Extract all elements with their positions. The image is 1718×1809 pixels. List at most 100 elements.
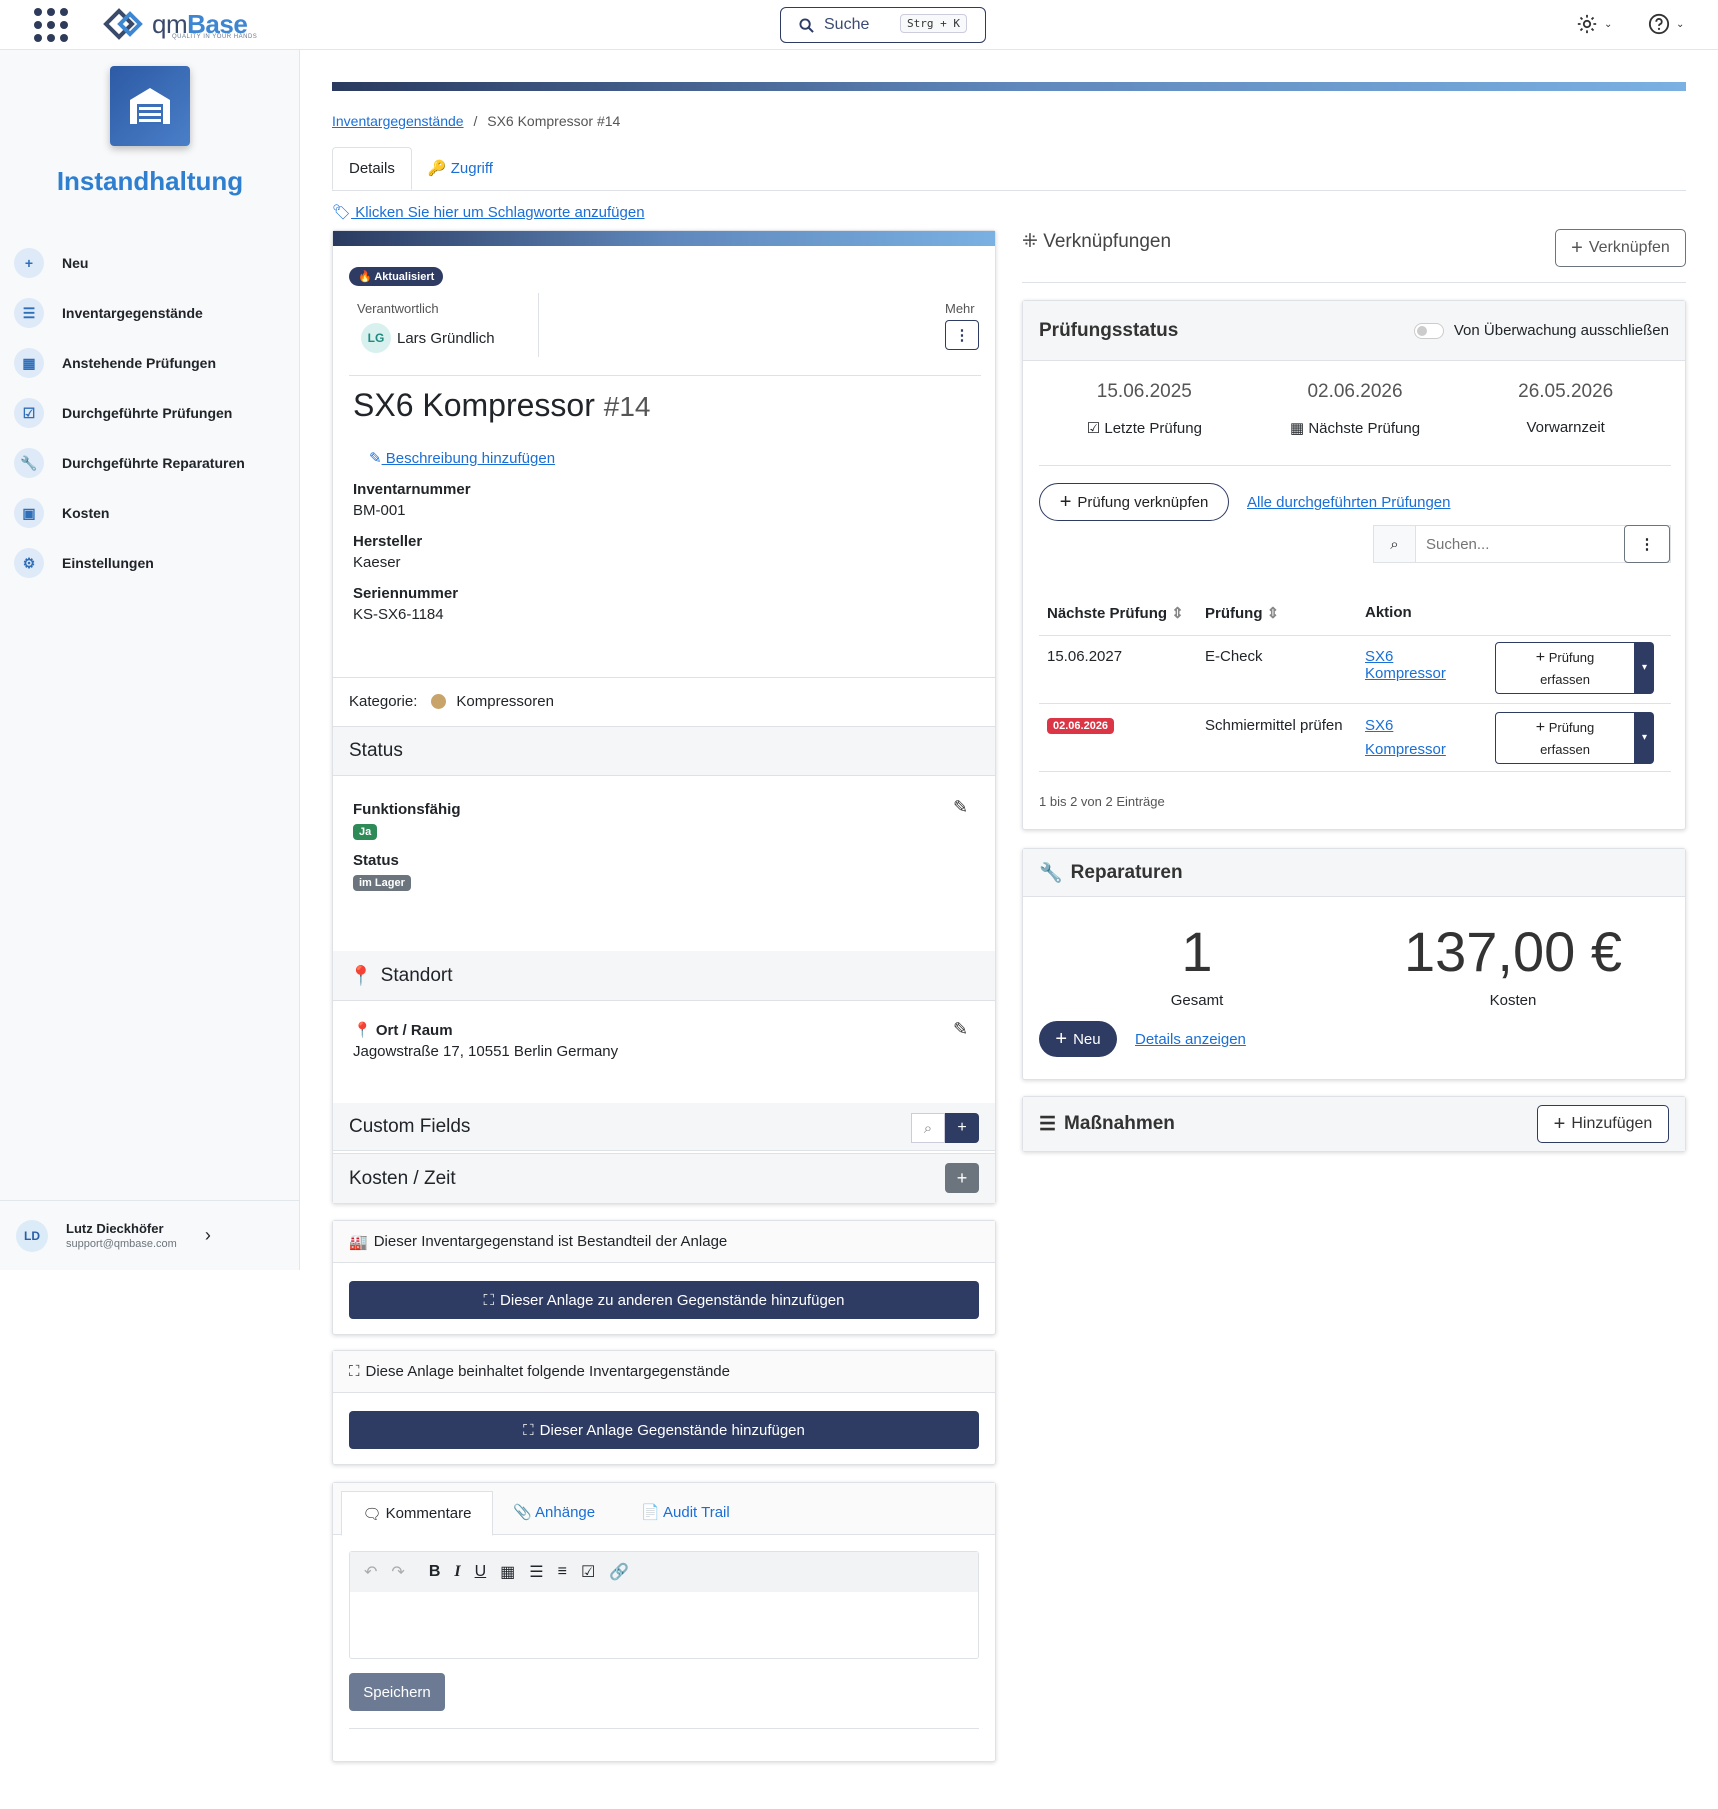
check-square-icon: ☑	[14, 398, 44, 428]
avatar: LD	[16, 1219, 48, 1252]
inspection-search-input[interactable]	[1416, 535, 1616, 553]
category-color-dot	[431, 694, 447, 709]
part-of-header-label: Dieser Inventargegenstand ist Bestandtei…	[373, 1233, 728, 1250]
tab-comments[interactable]: 🗨 Kommentare	[341, 1491, 493, 1536]
field-inventory-number: Inventarnummer BM-001	[353, 481, 471, 519]
sidebar-item-completed-inspections[interactable]: ☑ Durchgeführte Prüfungen	[14, 388, 294, 438]
breadcrumb-link-inventory[interactable]: Inventargegenstände	[332, 113, 464, 129]
custom-fields-search-button[interactable]: ⌕	[911, 1113, 945, 1143]
sidebar-item-settings[interactable]: ⚙ Einstellungen	[14, 538, 294, 588]
add-tags-label[interactable]: Klicken Sie hier um Schlagworte anzufüge…	[351, 204, 644, 221]
sidebar-item-label: Durchgeführte Prüfungen	[62, 405, 233, 421]
breadcrumb-separator: /	[473, 113, 478, 129]
item-link[interactable]: SX6 Kompressor	[1365, 717, 1446, 758]
underline-icon[interactable]: U	[475, 1563, 487, 1581]
save-comment-button[interactable]: Speichern	[349, 1673, 445, 1711]
global-search-button[interactable]: Suche Strg + K	[780, 7, 986, 43]
repairs-details-link[interactable]: Details anzeigen	[1135, 1031, 1246, 1048]
add-description-label[interactable]: Beschreibung hinzufügen	[382, 450, 555, 467]
key-icon: 🔑	[427, 160, 447, 177]
italic-icon[interactable]: I	[454, 1563, 460, 1581]
check-square-icon: ☑	[1086, 420, 1101, 437]
link-inspection-button[interactable]: + Prüfung verknüpfen	[1039, 483, 1229, 521]
app-title: Instandhaltung	[56, 166, 244, 196]
breadcrumb-current: SX6 Kompressor #14	[487, 113, 621, 129]
add-tags-link[interactable]: 🏷 Klicken Sie hier um Schlagworte anzufü…	[332, 203, 1686, 221]
divider	[1022, 282, 1686, 283]
add-to-other-items-button[interactable]: ⛶ Dieser Anlage zu anderen Gegenstände hi…	[349, 1281, 979, 1319]
help-menu[interactable]: ⌄	[1648, 13, 1684, 35]
record-inspection-dropdown[interactable]: ▾	[1635, 711, 1654, 764]
tab-access-label: Zugriff	[450, 160, 493, 177]
record-inspection-button[interactable]: + Prüfung erfassen	[1495, 641, 1635, 694]
part-of-header: 🏭 Dieser Inventargegenstand ist Bestandte…	[333, 1221, 995, 1263]
more-button[interactable]: ⋮	[945, 320, 979, 350]
warning-time: 26.05.2026 Vorwarnzeit	[1460, 381, 1671, 437]
bullet-list-icon[interactable]: ☰	[529, 1562, 543, 1582]
sitemap-icon: ⛶	[523, 1421, 534, 1439]
item-number: #14	[603, 391, 651, 422]
add-items-to-asset-button[interactable]: ⛶ Dieser Anlage Gegenstände hinzufügen	[349, 1411, 979, 1449]
column-next-inspection[interactable]: Nächste Prüfung ⇕	[1039, 591, 1205, 635]
exclude-monitoring-toggle[interactable]	[1413, 322, 1444, 339]
last-inspection-date: 15.06.2025	[1096, 381, 1192, 402]
checklist-icon[interactable]: ☑	[581, 1562, 595, 1582]
section-title: Status	[349, 740, 403, 761]
user-menu[interactable]: LD Lutz Dieckhöfer support@qmbase.com ›	[0, 1200, 300, 1270]
edit-status-button[interactable]: ✎	[953, 797, 968, 818]
sidebar-item-inventory[interactable]: ☰ Inventargegenstände	[14, 288, 294, 338]
new-repair-button[interactable]: + Neu	[1039, 1021, 1117, 1057]
calendar-icon: ▦	[1289, 420, 1305, 437]
category-value: Kompressoren	[456, 693, 554, 710]
page-title: SX6 Kompressor #14	[353, 387, 650, 424]
plus-icon: +	[1055, 1027, 1068, 1050]
undo-icon[interactable]: ↶	[364, 1562, 377, 1582]
bold-icon[interactable]: B	[429, 1563, 441, 1581]
record-inspection-button[interactable]: + Prüfung erfassen	[1495, 711, 1635, 764]
sidebar-item-completed-repairs[interactable]: 🔧 Durchgeführte Reparaturen	[14, 438, 294, 488]
column-inspection[interactable]: Prüfung ⇕	[1205, 591, 1365, 635]
link-button[interactable]: + Verknüpfen	[1555, 229, 1686, 267]
field-manufacturer: Hersteller Kaeser	[353, 533, 471, 571]
edit-location-button[interactable]: ✎	[953, 1019, 968, 1040]
inspection-title: Prüfungsstatus	[1039, 319, 1179, 341]
settings-menu[interactable]: ⌄	[1576, 13, 1612, 35]
place-value: Jagowstraße 17, 10551 Berlin Germany	[353, 1043, 619, 1060]
tab-access[interactable]: 🔑 Zugriff	[412, 147, 509, 190]
field-label: Hersteller	[353, 533, 423, 550]
sidebar-item-neu[interactable]: + Neu	[14, 238, 294, 288]
custom-fields-add-button[interactable]: +	[945, 1113, 979, 1143]
item-link[interactable]: SX6 Kompressor	[1365, 648, 1446, 682]
tab-details[interactable]: Details	[332, 147, 412, 190]
field-value: Kaeser	[353, 554, 401, 571]
tab-audit-trail[interactable]: 📄 Audit Trail	[641, 1503, 730, 1521]
editor-textarea[interactable]	[350, 1592, 978, 1658]
contains-header-label: Diese Anlage beinhaltet folgende Inventa…	[365, 1363, 730, 1380]
redo-icon[interactable]: ↷	[391, 1562, 404, 1582]
comment-editor: ↶ ↷ B I U ▦ ☰ ≡ ☑ 🔗	[349, 1551, 979, 1659]
link-icon[interactable]: 🔗	[609, 1562, 629, 1582]
caret-down-icon: ▾	[1641, 662, 1648, 673]
repairs-cost: 137,00 € Kosten	[1355, 919, 1671, 1009]
add-measure-button[interactable]: + Hinzufügen	[1537, 1105, 1669, 1143]
sidebar-item-pending-inspections[interactable]: ▦ Anstehende Prüfungen	[14, 338, 294, 388]
numbered-list-icon[interactable]: ≡	[558, 1563, 567, 1581]
status-section-header: Status	[333, 726, 995, 776]
responsible-person[interactable]: LG Lars Gründlich	[361, 323, 495, 353]
all-inspections-link[interactable]: Alle durchgeführten Prüfungen	[1247, 494, 1450, 511]
table-icon[interactable]: ▦	[500, 1562, 515, 1582]
tab-attachments[interactable]: 📎 Anhänge	[513, 1503, 595, 1521]
button-line: Prüfung	[1548, 649, 1595, 665]
wrench-icon: 🔧	[14, 448, 44, 478]
logo[interactable]: qmBase QUALITY IN YOUR HANDS	[102, 6, 257, 42]
app-grid-icon[interactable]	[34, 8, 68, 42]
sidebar-item-label: Inventargegenstände	[62, 305, 203, 321]
header-gradient-bar	[332, 82, 1686, 91]
record-inspection-dropdown[interactable]: ▾	[1635, 641, 1654, 694]
repairs-card: 🔧 Reparaturen 1 Gesamt 137,00 € Kosten + Neu…	[1022, 848, 1686, 1080]
part-of-card: 🏭 Dieser Inventargegenstand ist Bestandte…	[332, 1220, 996, 1335]
add-description-link[interactable]: ✎ Beschreibung hinzufügen	[369, 449, 555, 467]
inspection-options-button[interactable]: ⋮	[1624, 525, 1670, 563]
costs-time-add-button[interactable]: +	[945, 1163, 979, 1193]
sidebar-item-costs[interactable]: ▣ Kosten	[14, 488, 294, 538]
